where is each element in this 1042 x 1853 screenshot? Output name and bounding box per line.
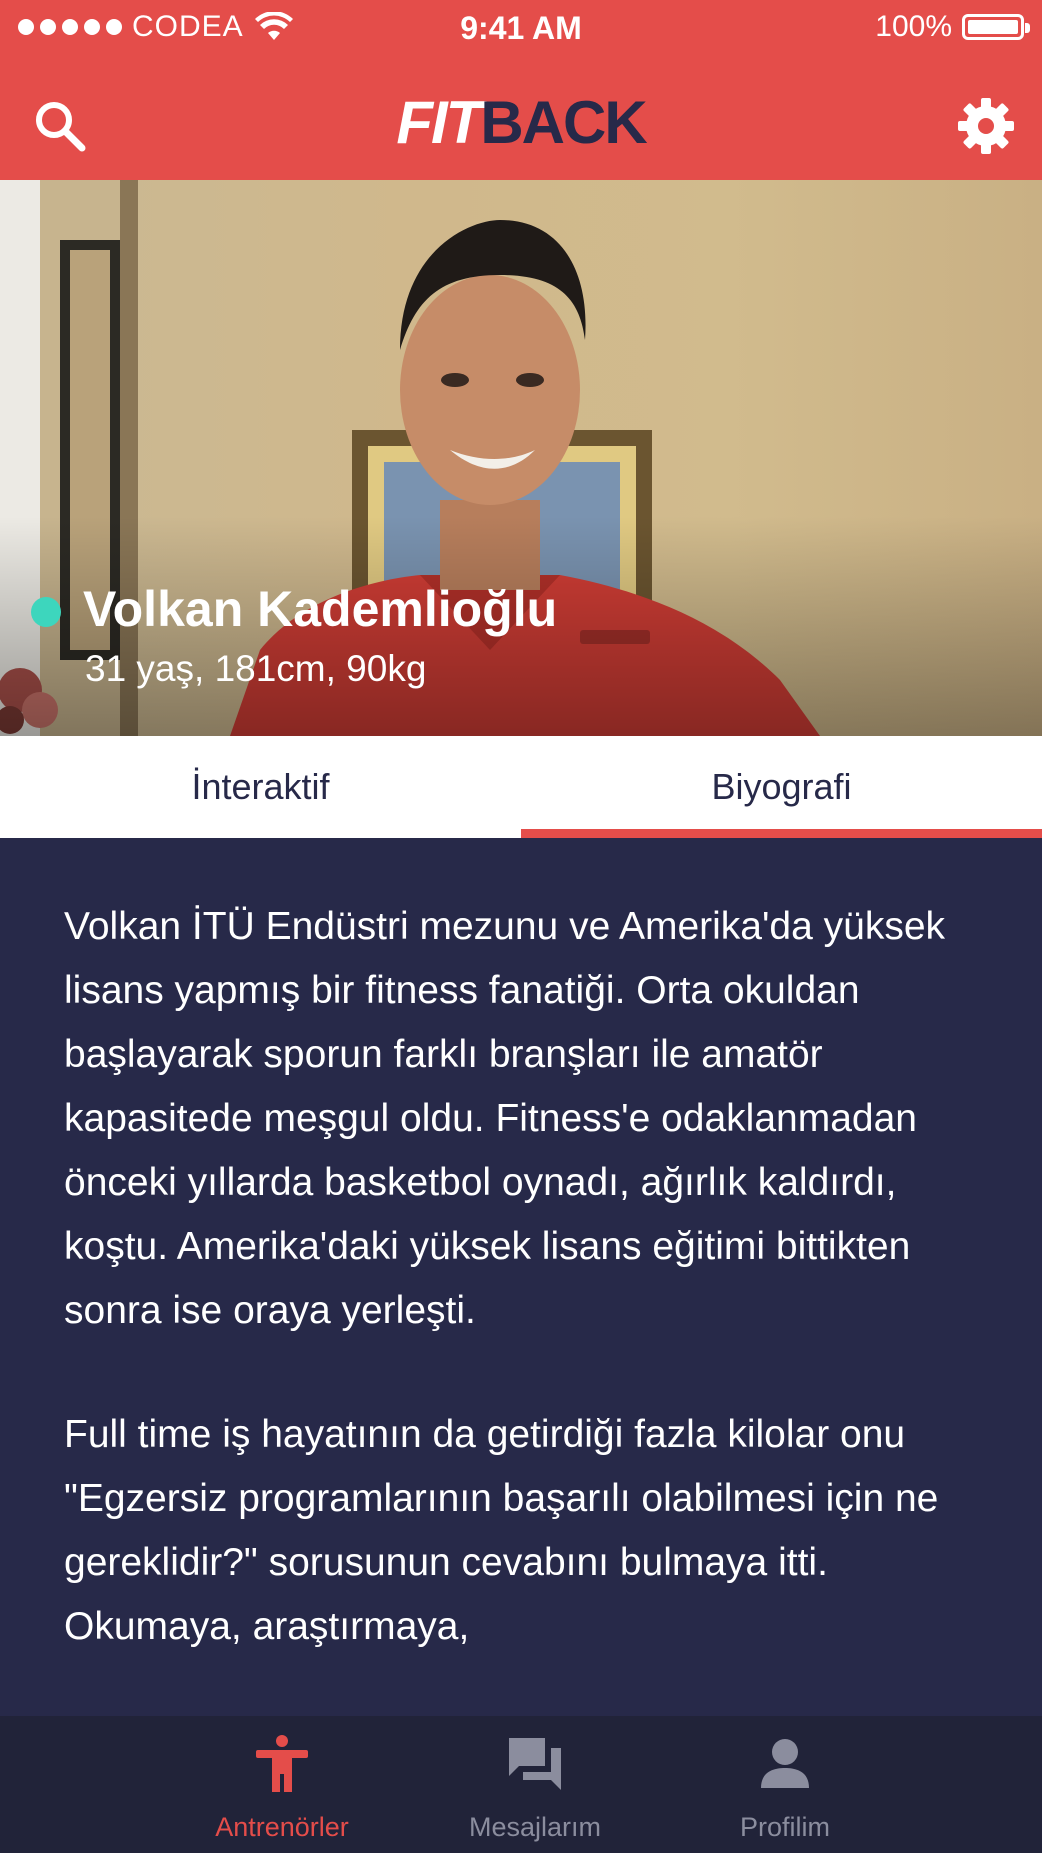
- nav-trainers[interactable]: Antrenörler: [172, 1716, 392, 1853]
- tab-biography[interactable]: Biyografi: [521, 736, 1042, 838]
- nav-messages[interactable]: Mesajlarım: [425, 1716, 645, 1853]
- logo-back: BACK: [480, 89, 647, 156]
- bio-paragraph: Full time iş hayatının da getirdiği fazl…: [64, 1413, 939, 1648]
- app-logo: FITBACK: [0, 88, 1042, 157]
- trainer-icon: [256, 1735, 308, 1792]
- nav-messages-label: Mesajlarım: [468, 1812, 602, 1842]
- bottom-navigation: Antrenörler Mesajlarım Profilim: [0, 1716, 1042, 1853]
- nav-profile-label: Profilim: [739, 1812, 830, 1842]
- logo-fit: FIT: [396, 89, 482, 156]
- active-tab-indicator: [521, 829, 1042, 838]
- gear-icon[interactable]: [956, 96, 1016, 156]
- tab-biography-label: Biyografi: [711, 766, 852, 807]
- trainer-name: Volkan Kademlioğlu: [83, 581, 558, 637]
- tab-interactive-label: İnteraktif: [191, 766, 330, 807]
- profile-icon: [761, 1739, 809, 1788]
- online-status-indicator: [31, 597, 61, 627]
- battery-icon: [962, 14, 1030, 40]
- profile-tabs: İnteraktif Biyografi: [0, 736, 1042, 838]
- messages-icon: [509, 1738, 561, 1790]
- bio-paragraph: Volkan İTÜ Endüstri mezunu ve Amerika'da…: [64, 905, 946, 1332]
- trainer-stats: 31 yaş, 181cm, 90kg: [85, 648, 427, 689]
- tab-interactive[interactable]: İnteraktif: [0, 736, 521, 838]
- app-header: CODEA 9:41 AM 100% FITBACK: [0, 0, 1042, 180]
- status-bar: CODEA 9:41 AM 100%: [0, 0, 1042, 56]
- nav-profile[interactable]: Profilim: [675, 1716, 895, 1853]
- battery-percent: 100%: [875, 10, 952, 43]
- nav-trainers-label: Antrenörler: [215, 1812, 349, 1842]
- biography-content: Volkan İTÜ Endüstri mezunu ve Amerika'da…: [64, 895, 984, 1719]
- status-right: 100%: [875, 10, 1030, 44]
